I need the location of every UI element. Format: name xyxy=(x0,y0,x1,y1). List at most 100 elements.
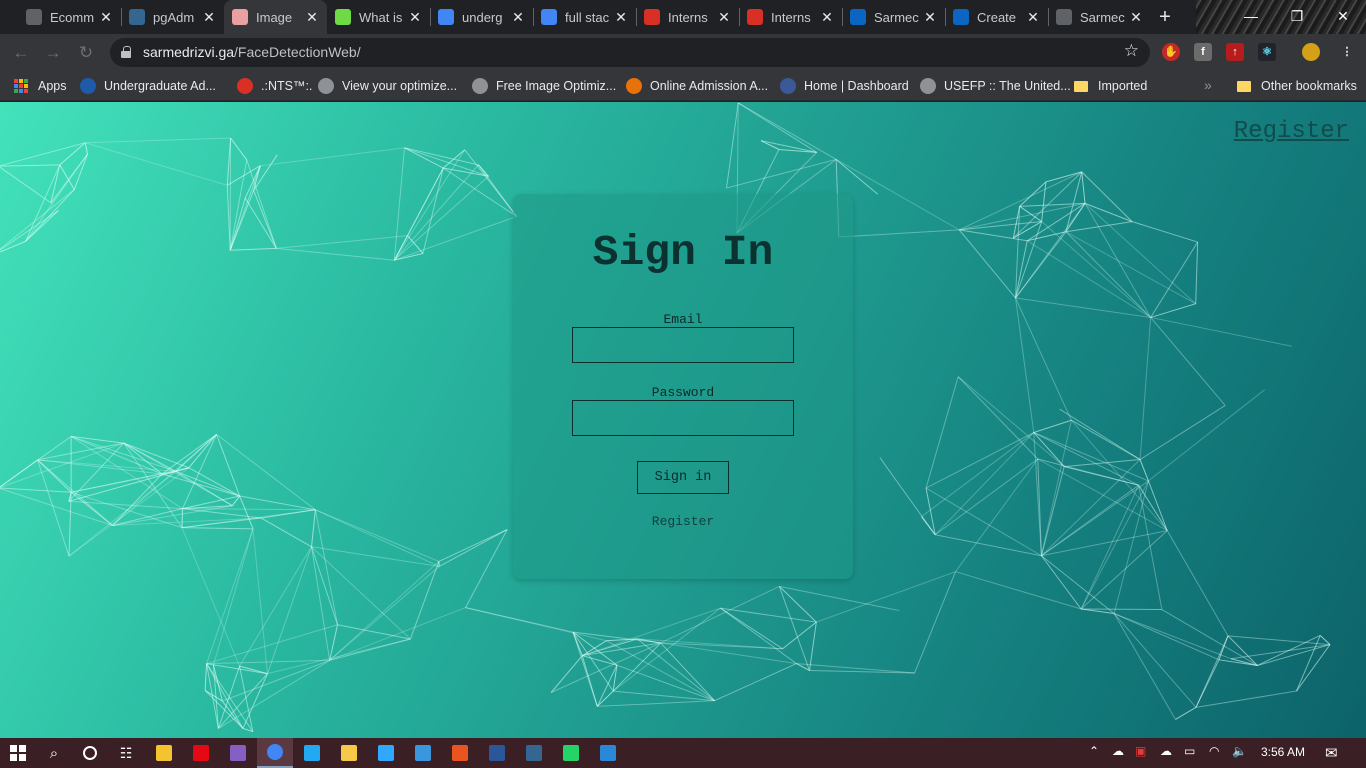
restore-button[interactable]: ❐ xyxy=(1274,0,1320,32)
browser-tab[interactable]: What is ✕ xyxy=(327,0,430,34)
taskbar-app[interactable] xyxy=(516,738,552,768)
notifications-icon[interactable]: ✉ xyxy=(1325,744,1338,762)
taskbar-app[interactable] xyxy=(220,738,256,768)
signin-button[interactable]: Sign in xyxy=(637,461,729,494)
close-tab-icon[interactable]: ✕ xyxy=(1026,9,1040,26)
react-devtools-icon[interactable]: ⚛ xyxy=(1258,43,1276,61)
browser-tab[interactable]: pgAdm ✕ xyxy=(121,0,224,34)
gift-icon[interactable]: ▣ xyxy=(1135,744,1146,758)
bookmark-item[interactable]: Home | Dashboard xyxy=(780,77,909,95)
taskbar-app[interactable] xyxy=(553,738,589,768)
adblock-extension-icon[interactable]: ✋ xyxy=(1162,43,1180,61)
facebook-extension-icon[interactable]: f xyxy=(1194,43,1212,61)
register-link[interactable]: Register xyxy=(513,514,853,529)
bookmark-item[interactable]: Online Admission A... xyxy=(626,77,768,95)
other-bookmarks[interactable]: Other bookmarks xyxy=(1237,77,1357,95)
bookmark-star-icon[interactable]: ☆ xyxy=(1124,41,1139,61)
browser-tab[interactable]: Sarmec ✕ xyxy=(1048,0,1151,34)
file-explorer-icon xyxy=(156,745,172,761)
browser-tab[interactable]: Image ✕ xyxy=(224,0,327,34)
task-view-button[interactable]: ☷ xyxy=(108,738,144,768)
admission-icon xyxy=(626,78,642,94)
close-tab-icon[interactable]: ✕ xyxy=(305,9,319,26)
minimize-button[interactable]: — xyxy=(1228,0,1274,32)
menu-kebab-icon[interactable]: ⋮ xyxy=(1338,43,1356,61)
bookmark-label: USEFP :: The United... xyxy=(944,79,1071,93)
vscode-icon xyxy=(304,745,320,761)
start-button[interactable] xyxy=(0,738,36,768)
bookmark-item[interactable]: View your optimize... xyxy=(318,77,457,95)
browser-tab[interactable]: underg ✕ xyxy=(430,0,533,34)
email-field[interactable] xyxy=(572,327,794,363)
taskbar-app[interactable] xyxy=(331,738,367,768)
mesh-line xyxy=(465,607,607,642)
mesh-line xyxy=(1084,202,1133,223)
close-tab-icon[interactable]: ✕ xyxy=(820,9,834,26)
back-button[interactable]: ← xyxy=(8,40,34,66)
mesh-line xyxy=(329,607,466,661)
cloud-icon[interactable]: ☁ xyxy=(1112,744,1124,758)
onedrive-icon[interactable]: ☁ xyxy=(1160,744,1172,758)
pdf-extension-icon[interactable]: ↑ xyxy=(1226,43,1244,61)
address-bar[interactable]: sarmedrizvi.ga/FaceDetectionWeb/ ☆ xyxy=(110,38,1150,67)
browser-tab[interactable]: Interns ✕ xyxy=(636,0,739,34)
browser-tab[interactable]: Interns ✕ xyxy=(739,0,842,34)
search-button[interactable]: ⌕ xyxy=(36,738,72,768)
close-tab-icon[interactable]: ✕ xyxy=(717,9,731,26)
mesh-line xyxy=(1033,432,1042,556)
close-tab-icon[interactable]: ✕ xyxy=(1129,9,1143,26)
more-bookmarks-chevron[interactable]: » xyxy=(1204,77,1212,93)
new-tab-button[interactable]: + xyxy=(1152,4,1178,30)
tray-chevron-icon[interactable]: ⌃ xyxy=(1089,744,1099,758)
volume-icon[interactable]: 🔈 xyxy=(1232,744,1247,758)
reload-button[interactable]: ↻ xyxy=(73,40,99,66)
battery-icon[interactable]: ▭ xyxy=(1184,744,1195,758)
browser-tab[interactable]: Sarmec ✕ xyxy=(842,0,945,34)
mesh-line xyxy=(1113,613,1176,720)
mesh-line xyxy=(1080,484,1140,610)
bookmark-item[interactable]: Imported xyxy=(1074,77,1147,95)
bookmark-item[interactable]: Free Image Optimiz... xyxy=(472,77,616,95)
url-host: sarmedrizvi.ga xyxy=(143,44,235,60)
bookmark-item[interactable]: Apps xyxy=(14,77,67,95)
forward-button[interactable]: → xyxy=(40,40,66,66)
close-window-button[interactable]: ✕ xyxy=(1320,0,1366,32)
bookmark-item[interactable]: .:NTS™:. xyxy=(237,77,312,95)
wifi-icon[interactable]: ◠ xyxy=(1209,744,1219,758)
taskbar-app[interactable] xyxy=(405,738,441,768)
visual-studio-icon xyxy=(230,745,246,761)
mesh-line xyxy=(1065,171,1083,232)
taskbar-app[interactable] xyxy=(479,738,515,768)
cortana-button[interactable] xyxy=(72,738,108,768)
password-field[interactable] xyxy=(572,400,794,436)
close-tab-icon[interactable]: ✕ xyxy=(99,9,113,26)
taskbar-app[interactable] xyxy=(257,738,293,768)
browser-tab[interactable]: Create ✕ xyxy=(945,0,1048,34)
clock[interactable]: 3:56 AM xyxy=(1261,745,1305,759)
bookmark-item[interactable]: Undergraduate Ad... xyxy=(80,77,216,95)
close-tab-icon[interactable]: ✕ xyxy=(923,9,937,26)
dashboard-icon xyxy=(780,78,796,94)
taskbar-app[interactable] xyxy=(442,738,478,768)
close-tab-icon[interactable]: ✕ xyxy=(408,9,422,26)
close-tab-icon[interactable]: ✕ xyxy=(614,9,628,26)
taskbar-app[interactable] xyxy=(590,738,626,768)
mesh-line xyxy=(216,434,316,511)
browser-tab[interactable]: full stac ✕ xyxy=(533,0,636,34)
close-tab-icon[interactable]: ✕ xyxy=(511,9,525,26)
register-link-header[interactable]: Register xyxy=(1234,118,1349,145)
taskbar-app[interactable] xyxy=(146,738,182,768)
profile-avatar[interactable] xyxy=(1302,43,1320,61)
mesh-line xyxy=(957,376,1039,460)
close-tab-icon[interactable]: ✕ xyxy=(202,9,216,26)
upwork-icon xyxy=(335,9,351,25)
browser-tab[interactable]: Ecomm ✕ xyxy=(18,0,121,34)
tab-separator xyxy=(1048,8,1049,26)
taskbar-app[interactable] xyxy=(368,738,404,768)
mesh-line xyxy=(1113,613,1232,660)
taskbar-app[interactable] xyxy=(294,738,330,768)
bookmark-item[interactable]: USEFP :: The United... xyxy=(920,77,1071,95)
taskbar-app[interactable] xyxy=(183,738,219,768)
mesh-line xyxy=(0,166,52,204)
bookmark-label: Free Image Optimiz... xyxy=(496,79,617,93)
